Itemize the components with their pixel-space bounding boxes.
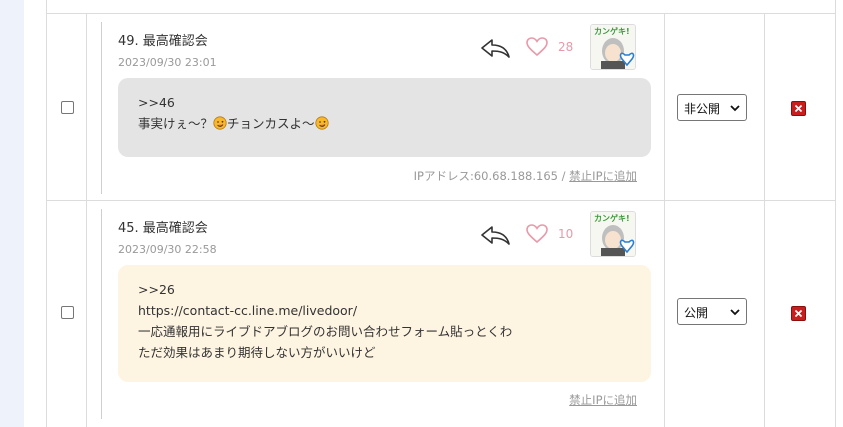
comment-row: 49. 最高確認会 2023/09/30 23:01 28 カンゲキ! >>46… <box>47 13 835 201</box>
visibility-cell: 非公開 <box>665 14 765 200</box>
comment-body-line: ただ効果はあまり期待しない方がいいけど <box>138 345 376 360</box>
comment-body: >>26 https://contact-cc.line.me/livedoor… <box>118 265 651 382</box>
delete-cell <box>765 14 835 200</box>
winking-face-emoji-icon <box>213 116 227 130</box>
select-cell <box>47 201 87 427</box>
ip-address: IPアドレス:60.68.188.165 / <box>413 169 570 183</box>
delete-x-icon[interactable] <box>791 306 806 321</box>
like-count: 10 <box>558 227 574 241</box>
visibility-value: 公開 <box>684 306 709 320</box>
comment-block: 49. 最高確認会 2023/09/30 23:01 28 カンゲキ! >>46… <box>101 22 651 194</box>
heart-icon[interactable] <box>526 224 548 244</box>
ban-ip-link[interactable]: 禁止IPに追加 <box>569 169 637 183</box>
ip-line: IPアドレス:60.68.188.165 / 禁止IPに追加 <box>414 168 637 184</box>
avatar-illustration-icon: カンゲキ! <box>591 212 635 256</box>
avatar-text: カンゲキ! <box>594 213 630 223</box>
comment-date: 2023/09/30 22:58 <box>118 243 217 256</box>
delete-x-icon[interactable] <box>791 101 806 116</box>
comment-text: チョンカスよ～ <box>227 116 315 131</box>
reply-arrow-icon[interactable] <box>479 37 511 59</box>
reply-arrow-icon[interactable] <box>479 224 511 246</box>
comment-title: 45. 最高確認会 <box>118 221 208 236</box>
avatar: カンゲキ! <box>590 211 636 257</box>
comment-body-line: https://contact-cc.line.me/livedoor/ <box>138 303 358 318</box>
comment-body-line: 事実けぇ～？ チョンカスよ～ <box>138 113 631 134</box>
left-gutter <box>0 0 24 427</box>
row-checkbox[interactable] <box>61 101 74 114</box>
row-checkbox[interactable] <box>61 306 74 319</box>
winking-face-emoji-icon <box>314 116 329 130</box>
comment-body-line: >>46 <box>138 95 175 110</box>
comment-date: 2023/09/30 23:01 <box>118 56 217 69</box>
heart-icon[interactable] <box>526 37 548 57</box>
visibility-value: 非公開 <box>684 102 721 116</box>
comment-table: 49. 最高確認会 2023/09/30 23:01 28 カンゲキ! >>46… <box>46 0 836 427</box>
comment-text: 事実けぇ～？ <box>138 116 214 131</box>
ban-ip-link[interactable]: 禁止IPに追加 <box>569 393 637 407</box>
chevron-down-icon <box>730 309 740 316</box>
comment-body-line: >>26 <box>138 282 175 297</box>
delete-cell <box>765 201 835 427</box>
like-count: 28 <box>558 40 574 54</box>
ip-line: 禁止IPに追加 <box>569 392 637 408</box>
comment-admin-page: 49. 最高確認会 2023/09/30 23:01 28 カンゲキ! >>46… <box>0 0 843 427</box>
comment-cell: 45. 最高確認会 2023/09/30 22:58 10 カンゲキ! >>26… <box>87 201 665 427</box>
avatar-text: カンゲキ! <box>594 26 630 36</box>
comment-row: 45. 最高確認会 2023/09/30 22:58 10 カンゲキ! >>26… <box>47 201 835 427</box>
comment-title: 49. 最高確認会 <box>118 34 208 49</box>
visibility-select[interactable]: 公開 <box>677 298 747 325</box>
visibility-cell: 公開 <box>665 201 765 427</box>
comment-cell: 49. 最高確認会 2023/09/30 23:01 28 カンゲキ! >>46… <box>87 14 665 200</box>
visibility-select[interactable]: 非公開 <box>677 94 747 121</box>
comment-body-line: 一応通報用にライブドアブログのお問い合わせフォーム貼っとくわ <box>138 324 513 339</box>
comment-body: >>46 事実けぇ～？ チョンカスよ～ <box>118 78 651 157</box>
select-cell <box>47 14 87 200</box>
comment-block: 45. 最高確認会 2023/09/30 22:58 10 カンゲキ! >>26… <box>101 209 651 419</box>
chevron-down-icon <box>730 105 740 112</box>
avatar-illustration-icon: カンゲキ! <box>591 25 635 69</box>
avatar: カンゲキ! <box>590 24 636 70</box>
